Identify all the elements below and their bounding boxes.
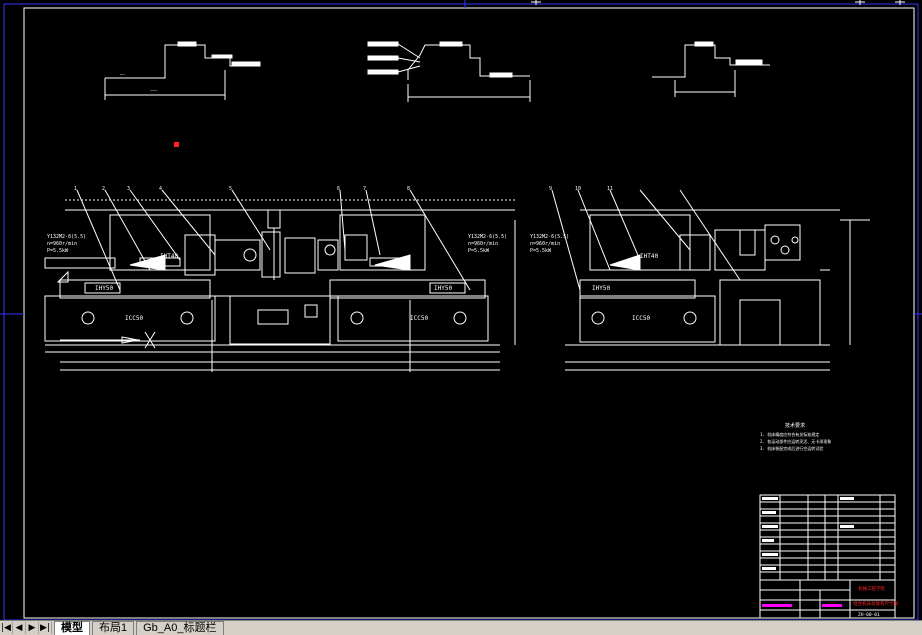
note-2: 2. 各运动部件应运转灵活、无卡滞现象 <box>760 438 831 444</box>
slide-label-left: IHT40 <box>160 253 178 260</box>
side-view-machine <box>551 189 870 371</box>
svg-text:———: ——— <box>150 88 158 93</box>
balloon-9: 9 <box>549 186 552 192</box>
prev-tab-button[interactable]: ◀ <box>13 622 26 634</box>
spec-right-2: n=960r/min <box>468 241 498 247</box>
layout-tab-bar: |◀ ◀ ▶ ▶| 模型 布局1 Gb_A0_标题栏 <box>0 620 922 635</box>
next-tab-button[interactable]: ▶ <box>26 622 39 634</box>
balloons-front: 1 2 3 4 5 6 7 8 <box>74 186 410 192</box>
slide-label-side: IHT40 <box>640 253 658 260</box>
base-label-side: ICC50 <box>632 315 650 322</box>
spec-left-1: Y132M2-6(5.5) <box>47 234 86 240</box>
balloon-11: 11 <box>607 186 613 192</box>
balloon-4: 4 <box>159 186 162 192</box>
balloon-2: 2 <box>102 186 105 192</box>
tab-model[interactable]: 模型 <box>54 621 90 635</box>
head-label-right: IHY50 <box>434 285 452 292</box>
spec-side-3: P=5.5kW <box>530 248 552 254</box>
cad-drawing-canvas[interactable]: —— ——— IHY50 IHY50 IHT40 ICC50 ICC50 Y13… <box>0 0 922 620</box>
detail-view-right <box>652 41 770 97</box>
spec-right-1: Y132M2-6(5.5) <box>468 234 507 240</box>
tab-layout1[interactable]: 布局1 <box>92 621 135 635</box>
note-3: 3. 机床装配完成后进行空运转试验 <box>760 445 823 451</box>
balloon-6: 6 <box>337 186 340 192</box>
detail-view-center <box>367 41 531 102</box>
balloon-5: 5 <box>229 186 232 192</box>
last-tab-button[interactable]: ▶| <box>39 622 52 634</box>
tab-gb-a0[interactable]: Gb_A0_标题栏 <box>136 621 224 635</box>
base-label-left: ICC50 <box>125 315 143 322</box>
balloon-3: 3 <box>127 186 130 192</box>
spec-right-3: P=5.5kW <box>468 248 490 254</box>
notes-title: 技术要求 <box>785 422 805 429</box>
spec-side-2: n=960r/min <box>530 241 560 247</box>
parts-list <box>759 494 896 581</box>
school-name: 机械工程学院 <box>858 585 885 592</box>
drawing-number: ZH-00-01 <box>858 612 880 618</box>
origin-marker <box>174 142 179 147</box>
balloon-1: 1 <box>74 186 77 192</box>
spec-left-3: P=5.5kW <box>47 248 69 254</box>
front-view-texts: IHY50 IHY50 IHT40 ICC50 ICC50 Y132M2-6(5… <box>47 234 507 322</box>
spec-left-2: n=960r/min <box>47 241 77 247</box>
technical-notes: 技术要求 1. 机床精度应符合有关标准规定 2. 各运动部件应运转灵活、无卡滞现… <box>760 422 831 451</box>
spec-side-1: Y132M2-6(5.5) <box>530 234 569 240</box>
balloon-7: 7 <box>363 186 366 192</box>
front-view-machine <box>44 189 516 372</box>
first-tab-button[interactable]: |◀ <box>0 622 13 634</box>
note-1: 1. 机床精度应符合有关标准规定 <box>760 431 819 437</box>
detail-view-left: —— ——— <box>104 41 261 100</box>
side-view-texts: IHY50 IHT40 ICC50 Y132M2-6(5.5) n=960r/m… <box>530 186 658 322</box>
head-label-side: IHY50 <box>592 285 610 292</box>
head-label-left: IHY50 <box>95 285 113 292</box>
balloon-8: 8 <box>407 186 410 192</box>
svg-text:——: —— <box>120 72 125 77</box>
base-label-right: ICC50 <box>410 315 428 322</box>
balloon-10: 10 <box>575 186 581 192</box>
drawing-name: 组合机床总联系尺寸图 <box>853 600 898 607</box>
